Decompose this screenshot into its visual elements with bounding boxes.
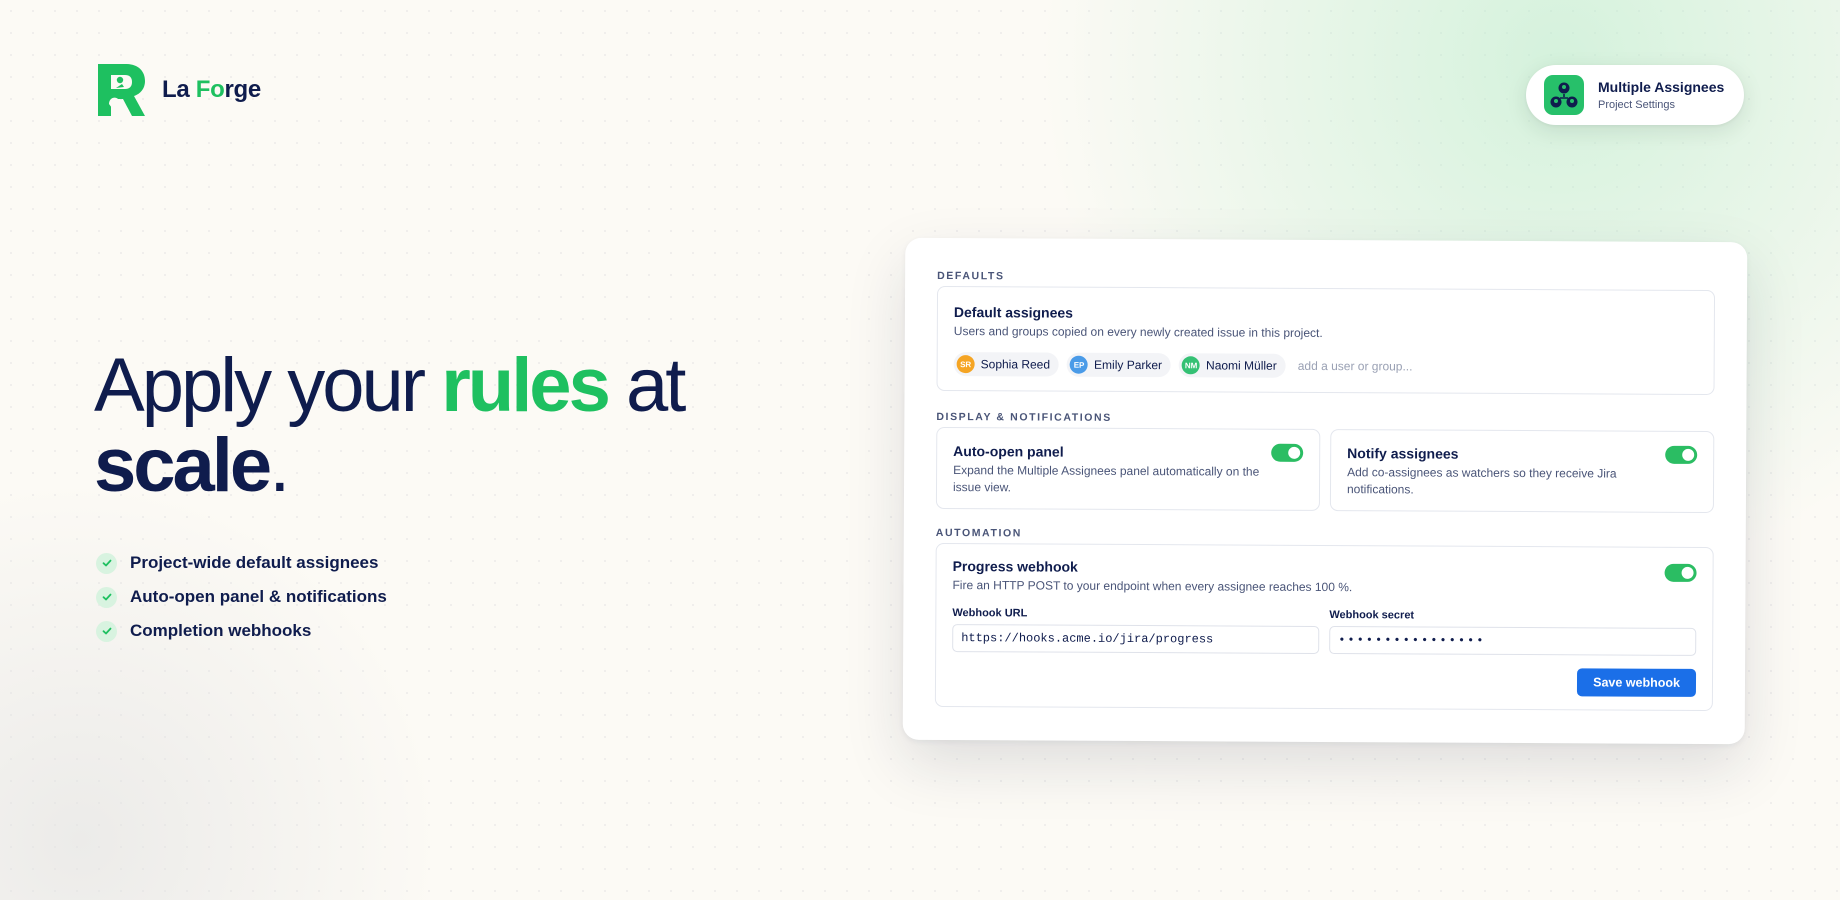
la-forge-logo-icon bbox=[98, 64, 145, 116]
app-badge: Multiple Assignees Project Settings bbox=[1526, 65, 1744, 125]
brand: La Forge bbox=[98, 64, 261, 116]
auto-open-toggle[interactable] bbox=[1271, 443, 1304, 462]
notify-title: Notify assignees bbox=[1347, 445, 1459, 462]
check-icon bbox=[96, 620, 117, 642]
auto-open-panel-setting: Auto-open panel Expand the Multiple Assi… bbox=[935, 426, 1321, 511]
app-title: Multiple Assignees bbox=[1598, 79, 1725, 95]
avatar: SR bbox=[956, 355, 975, 374]
assignee-chip[interactable]: SR Sophia Reed bbox=[953, 352, 1060, 377]
auto-open-description: Expand the Multiple Assignees panel auto… bbox=[952, 463, 1260, 495]
check-icon bbox=[96, 552, 117, 574]
feature-item: Project-wide default assignees bbox=[96, 546, 387, 580]
notify-assignees-setting: Notify assignees Add co-assignees as wat… bbox=[1329, 429, 1715, 514]
add-assignee-input[interactable] bbox=[1297, 358, 1458, 374]
webhook-fields: Webhook URL Webhook secret bbox=[952, 607, 1697, 656]
avatar: EP bbox=[1070, 355, 1089, 374]
section-title-display: DISPLAY & NOTIFICATIONS bbox=[936, 410, 1112, 424]
webhook-title: Progress webhook bbox=[952, 558, 1078, 575]
display-notifications-row: Auto-open panel Expand the Multiple Assi… bbox=[935, 426, 1715, 514]
multiple-assignees-app-icon bbox=[1544, 75, 1584, 115]
auto-open-title: Auto-open panel bbox=[953, 443, 1064, 460]
avatar: NM bbox=[1182, 356, 1201, 375]
hero-headline: Apply your rules at scale. bbox=[94, 343, 686, 508]
assignee-chips: SR Sophia Reed EP Emily Parker NM Naomi … bbox=[953, 352, 1698, 380]
hero-line-2: scale. bbox=[94, 423, 290, 508]
assignee-chip[interactable]: EP Emily Parker bbox=[1066, 352, 1172, 378]
notify-toggle[interactable] bbox=[1665, 445, 1698, 464]
assignee-chip[interactable]: NM Naomi Müller bbox=[1178, 353, 1286, 378]
hero-accent-word: rules bbox=[441, 343, 611, 428]
webhook-secret-field: Webhook secret bbox=[1329, 609, 1697, 656]
section-title-automation: AUTOMATION bbox=[935, 526, 1023, 540]
default-assignees-title: Default assignees bbox=[953, 304, 1074, 321]
webhook-description: Fire an HTTP POST to your endpoint when … bbox=[952, 578, 1353, 595]
brand-name: La Forge bbox=[162, 76, 261, 103]
save-webhook-button[interactable]: Save webhook bbox=[1577, 668, 1697, 697]
feature-item: Auto-open panel & notifications bbox=[96, 580, 387, 614]
app-subtitle: Project Settings bbox=[1598, 99, 1676, 111]
default-assignees-description: Users and groups copied on every newly c… bbox=[953, 324, 1323, 340]
webhook-toggle[interactable] bbox=[1664, 563, 1697, 582]
progress-webhook-panel: Progress webhook Fire an HTTP POST to yo… bbox=[934, 542, 1714, 712]
webhook-secret-input[interactable] bbox=[1329, 626, 1697, 656]
webhook-url-input[interactable] bbox=[952, 624, 1320, 654]
webhook-url-field: Webhook URL bbox=[952, 607, 1320, 654]
check-icon bbox=[96, 586, 117, 608]
section-title-defaults: DEFAULTS bbox=[937, 269, 1005, 283]
hero-line-1: Apply your rules at bbox=[94, 343, 686, 428]
settings-card: DEFAULTS Default assignees Users and gro… bbox=[902, 237, 1748, 745]
default-assignees-panel: Default assignees Users and groups copie… bbox=[936, 285, 1716, 396]
feature-item: Completion webhooks bbox=[96, 614, 387, 648]
notify-description: Add co-assignees as watchers so they rec… bbox=[1346, 465, 1617, 497]
feature-list: Project-wide default assignees Auto-open… bbox=[96, 546, 387, 648]
